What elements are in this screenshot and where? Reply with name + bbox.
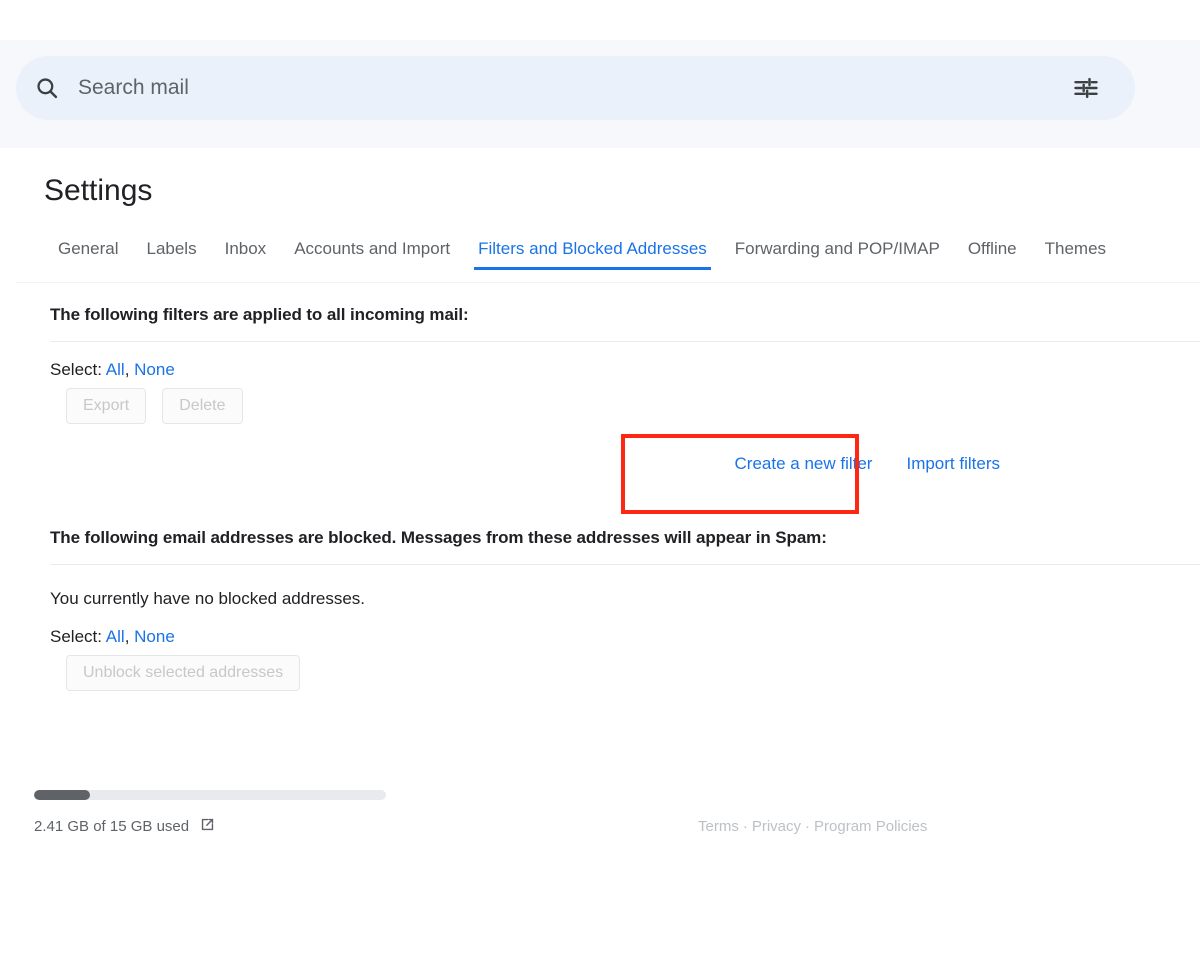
settings-tabs: General Labels Inbox Accounts and Import… xyxy=(16,208,1200,276)
blocked-select-all-link[interactable]: All xyxy=(106,627,125,646)
footer: 2.41 GB of 15 GB used Terms · Privacy · Prog… xyxy=(16,790,1200,910)
footer-links: Terms · Privacy · Program Policies xyxy=(698,818,927,835)
footer-separator: · xyxy=(742,818,748,835)
tab-offline[interactable]: Offline xyxy=(954,230,1031,276)
tab-label: Forwarding and POP/IMAP xyxy=(734,239,940,258)
import-filters-link[interactable]: Import filters xyxy=(906,454,1000,474)
program-policies-link[interactable]: Program Policies xyxy=(814,818,927,835)
tab-label: Themes xyxy=(1044,239,1107,258)
tab-themes[interactable]: Themes xyxy=(1031,230,1120,276)
tab-filters-and-blocked-addresses[interactable]: Filters and Blocked Addresses xyxy=(464,230,721,276)
blocked-select-row: Select: All, None xyxy=(16,609,1200,647)
storage-usage-text: 2.41 GB of 15 GB used xyxy=(34,818,190,835)
search-bar-region xyxy=(0,40,1200,148)
tab-label: Inbox xyxy=(224,239,267,258)
settings-card: Settings General Labels Inbox Accounts a… xyxy=(16,148,1200,915)
search-input[interactable] xyxy=(78,68,1055,108)
tab-label: Filters and Blocked Addresses xyxy=(478,239,707,258)
filters-select-all-link[interactable]: All xyxy=(106,360,125,379)
terms-link[interactable]: Terms xyxy=(698,818,739,835)
external-link-icon[interactable] xyxy=(199,816,216,837)
tab-general[interactable]: General xyxy=(44,230,132,276)
tab-label: Offline xyxy=(967,239,1017,258)
blocked-select-none-link[interactable]: None xyxy=(134,627,175,646)
tab-accounts-and-import[interactable]: Accounts and Import xyxy=(280,230,464,276)
storage-bar-track xyxy=(34,790,386,800)
filters-actions-row: Create a new filter Import filters xyxy=(16,424,1200,514)
storage-meter: 2.41 GB of 15 GB used xyxy=(34,790,454,837)
unblock-selected-addresses-button[interactable]: Unblock selected addresses xyxy=(66,655,301,691)
page-title: Settings xyxy=(44,174,153,207)
tab-labels[interactable]: Labels xyxy=(132,230,210,276)
blocked-button-row: Unblock selected addresses xyxy=(16,647,1200,691)
storage-bar-fill xyxy=(34,790,91,800)
filters-button-row: Export Delete xyxy=(16,380,1200,424)
search-icon[interactable] xyxy=(16,64,78,112)
delete-button[interactable]: Delete xyxy=(162,388,243,424)
tab-forwarding-and-pop-imap[interactable]: Forwarding and POP/IMAP xyxy=(721,230,954,276)
footer-separator: · xyxy=(805,818,811,835)
filters-action-links: Create a new filter Import filters xyxy=(735,454,1000,474)
filters-select-label: Select: xyxy=(50,360,102,379)
blocked-select-label: Select: xyxy=(50,627,102,646)
tab-label: Accounts and Import xyxy=(294,239,451,258)
filters-select-row: Select: All, None xyxy=(16,342,1200,380)
filters-select-none-link[interactable]: None xyxy=(134,360,175,379)
filters-select-comma: , xyxy=(124,360,130,379)
blocked-section-heading: The following email addresses are blocke… xyxy=(50,528,827,547)
storage-usage-row: 2.41 GB of 15 GB used xyxy=(34,816,454,837)
tab-label: General xyxy=(58,239,119,258)
tab-inbox[interactable]: Inbox xyxy=(211,230,281,276)
tab-label: Labels xyxy=(146,239,197,258)
blocked-select-comma: , xyxy=(124,627,130,646)
highlight-box-create-filter xyxy=(621,434,859,514)
no-blocked-addresses-text: You currently have no blocked addresses. xyxy=(50,589,366,608)
filters-section-heading: The following filters are applied to all… xyxy=(50,305,469,324)
tune-icon[interactable] xyxy=(1055,64,1117,112)
privacy-link[interactable]: Privacy xyxy=(752,818,801,835)
search-bar[interactable] xyxy=(16,56,1135,120)
export-button[interactable]: Export xyxy=(66,388,147,424)
create-a-new-filter-link[interactable]: Create a new filter xyxy=(735,454,873,474)
